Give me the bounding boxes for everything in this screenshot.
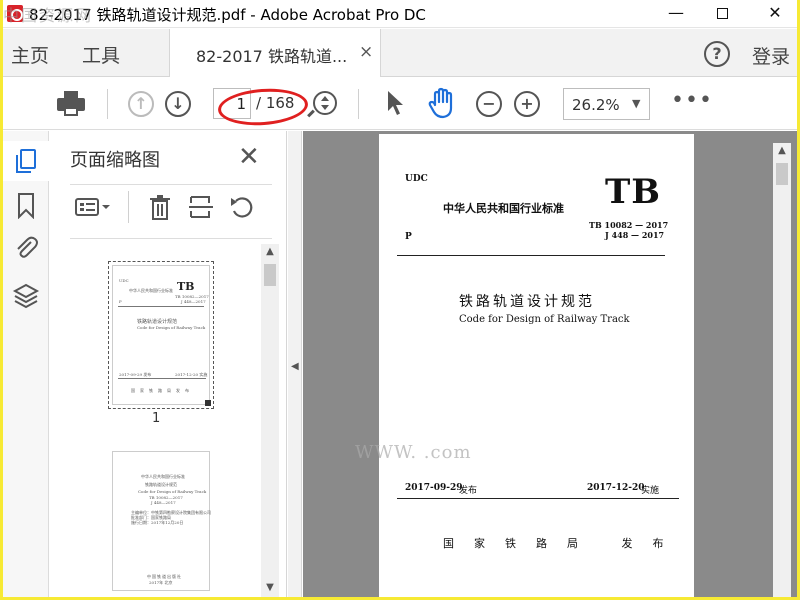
page-publisher: 国家铁路局 发布 xyxy=(443,537,684,550)
panel-collapse-handle[interactable]: ◀ xyxy=(288,131,302,597)
thumb-tb: TB xyxy=(177,280,195,293)
more-options-icon[interactable]: ••• xyxy=(671,88,713,113)
page-code1: TB 10082 — 2017 xyxy=(589,220,669,230)
scroll-down-icon[interactable]: ▼ xyxy=(261,582,279,593)
scroll-mode-icon-handle xyxy=(307,109,315,118)
page-thumbnail-2[interactable]: 中华人民共和国行业标准 铁路轨道设计规范 Code for Design of … xyxy=(112,451,211,591)
title-bar: 82-2017 铁路轨道设计规范.pdf - Adobe Acrobat Pro… xyxy=(3,0,797,28)
toolbar-separator xyxy=(107,89,108,119)
page-total: / 168 xyxy=(256,94,295,112)
bookmark-icon[interactable] xyxy=(12,191,40,220)
thumb-rule xyxy=(118,378,206,379)
page-title-en: Code for Design of Railway Track xyxy=(459,314,630,325)
page-effective-label: 实施 xyxy=(641,486,660,496)
maximize-button[interactable] xyxy=(699,0,745,28)
thumbnail-options-icon[interactable] xyxy=(74,193,110,221)
hand-tool-icon[interactable] xyxy=(427,87,457,119)
page-title-cn: 铁路轨道设计规范 xyxy=(459,294,595,310)
page-standard-name: 中华人民共和国行业标准 xyxy=(443,202,564,215)
thumb-std: 中华人民共和国行业标准 xyxy=(129,288,173,293)
thumbnail-page-1: UDC 中华人民共和国行业标准 TB TB 10082—2017 J 448—2… xyxy=(112,265,211,406)
chevron-down-icon: ▼ xyxy=(632,97,641,110)
thumbnail-page-number: 1 xyxy=(152,411,161,426)
scroll-mode-icon[interactable] xyxy=(313,91,337,115)
thumbnail-view-box xyxy=(205,400,211,406)
document-tab[interactable]: 82-2017 铁路轨道... × xyxy=(169,29,381,77)
print-icon[interactable] xyxy=(57,91,85,117)
thumb2-line8: 施行日期：2017年12月20日 xyxy=(131,520,184,525)
document-tab-label: 82-2017 铁路轨道... xyxy=(196,47,348,66)
zoom-in-icon[interactable]: + xyxy=(514,91,540,117)
thumb-udc: UDC xyxy=(119,278,129,283)
page-issue-label: 发布 xyxy=(459,486,478,496)
page-issue-date: 2017-09-29 xyxy=(405,483,463,493)
tab-close-icon[interactable]: × xyxy=(359,42,373,62)
thumb2-line1: 中华人民共和国行业标准 xyxy=(141,474,185,479)
thumb2-line10: 2017年 北京 xyxy=(149,580,173,585)
page-thumbnails-icon[interactable] xyxy=(12,147,40,175)
scrollbar-thumb[interactable] xyxy=(776,163,788,185)
help-icon[interactable]: ? xyxy=(704,41,730,67)
watermark-top-left: 中国资源网 xyxy=(3,6,94,25)
extract-page-icon[interactable] xyxy=(187,193,215,221)
thumb-publisher: 国家铁路局发布 xyxy=(131,388,194,393)
thumb-title-cn: 铁路轨道设计规范 xyxy=(137,319,178,325)
document-page: UDC 中华人民共和国行业标准 TB TB 10082 — 2017 J 448… xyxy=(379,134,694,597)
document-scrollbar[interactable]: ▲ xyxy=(773,143,791,597)
page-rule-bottom xyxy=(397,498,679,499)
scrollbar-thumb[interactable] xyxy=(264,264,276,286)
thumb2-line5: J 448—2017 xyxy=(151,500,176,505)
zoom-select[interactable]: 26.2% ▼ xyxy=(563,88,650,120)
menu-tools[interactable]: 工具 xyxy=(82,41,120,68)
maximize-icon xyxy=(716,8,728,19)
rotate-page-icon[interactable] xyxy=(228,193,256,221)
thumbnails-list: UDC 中华人民共和国行业标准 TB TB 10082—2017 J 448—2… xyxy=(70,239,260,597)
thumb2-line3: Code for Design of Railway Track xyxy=(138,489,207,494)
acrobat-window: 82-2017 铁路轨道设计规范.pdf - Adobe Acrobat Pro… xyxy=(3,0,797,597)
previous-page-icon[interactable]: ↑ xyxy=(128,91,154,117)
zoom-value: 26.2% xyxy=(572,96,620,114)
menu-tab-row: 主页 工具 82-2017 铁路轨道... × ? 登录 xyxy=(3,29,797,77)
delete-page-icon[interactable] xyxy=(146,193,174,221)
page-udc: UDC xyxy=(405,174,428,184)
page-thumbnail-1[interactable]: UDC 中华人民共和国行业标准 TB TB 10082—2017 J 448—2… xyxy=(108,261,214,409)
layers-icon[interactable] xyxy=(12,281,40,309)
chevron-left-icon: ◀ xyxy=(291,361,299,372)
toolbar: ↑ ↓ / 168 − + 26.2% ▼ ••• xyxy=(3,78,797,130)
panel-title: 页面缩略图 xyxy=(70,150,160,171)
panel-tool-separator xyxy=(128,191,129,223)
page-rule-top xyxy=(397,255,665,256)
thumbnails-scrollbar[interactable]: ▲ ▼ xyxy=(261,244,279,597)
thumb-title-en: Code for Design of Railway Track xyxy=(137,325,206,330)
scroll-up-icon[interactable]: ▲ xyxy=(773,145,791,156)
page-effective-date: 2017-12-20 xyxy=(587,483,645,493)
watermark-bottom-right: WWW. .com xyxy=(355,442,472,463)
page-tb-mark: TB xyxy=(605,172,662,212)
toolbar-separator xyxy=(358,89,359,119)
zoom-out-icon[interactable]: − xyxy=(476,91,502,117)
scroll-up-icon[interactable]: ▲ xyxy=(261,246,279,257)
next-page-icon[interactable]: ↓ xyxy=(165,91,191,117)
close-window-button[interactable]: ✕ xyxy=(752,0,797,28)
minimize-button[interactable]: — xyxy=(653,0,699,28)
page-code2: J 448 — 2017 xyxy=(605,230,665,240)
navigation-rail xyxy=(3,131,49,597)
login-button[interactable]: 登录 xyxy=(752,42,790,69)
panel-close-icon[interactable]: ✕ xyxy=(238,142,260,172)
thumbnails-panel: 页面缩略图 ✕ UDC 中华人民共和国行业标准 TB TB 10082—2017 xyxy=(50,131,287,597)
page-number-input[interactable] xyxy=(213,88,251,119)
thumb-code2: J 448—2017 xyxy=(181,299,206,304)
thumb-rule xyxy=(118,306,204,307)
document-viewport[interactable]: UDC 中华人民共和国行业标准 TB TB 10082 — 2017 J 448… xyxy=(303,131,797,597)
page-p: P xyxy=(405,232,412,242)
thumb2-line2: 铁路轨道设计规范 xyxy=(145,482,177,487)
thumb-p: P xyxy=(119,299,122,304)
attachment-icon[interactable] xyxy=(12,233,40,261)
panel-divider xyxy=(70,184,272,185)
select-cursor-icon[interactable] xyxy=(385,89,405,117)
menu-home[interactable]: 主页 xyxy=(11,41,49,68)
